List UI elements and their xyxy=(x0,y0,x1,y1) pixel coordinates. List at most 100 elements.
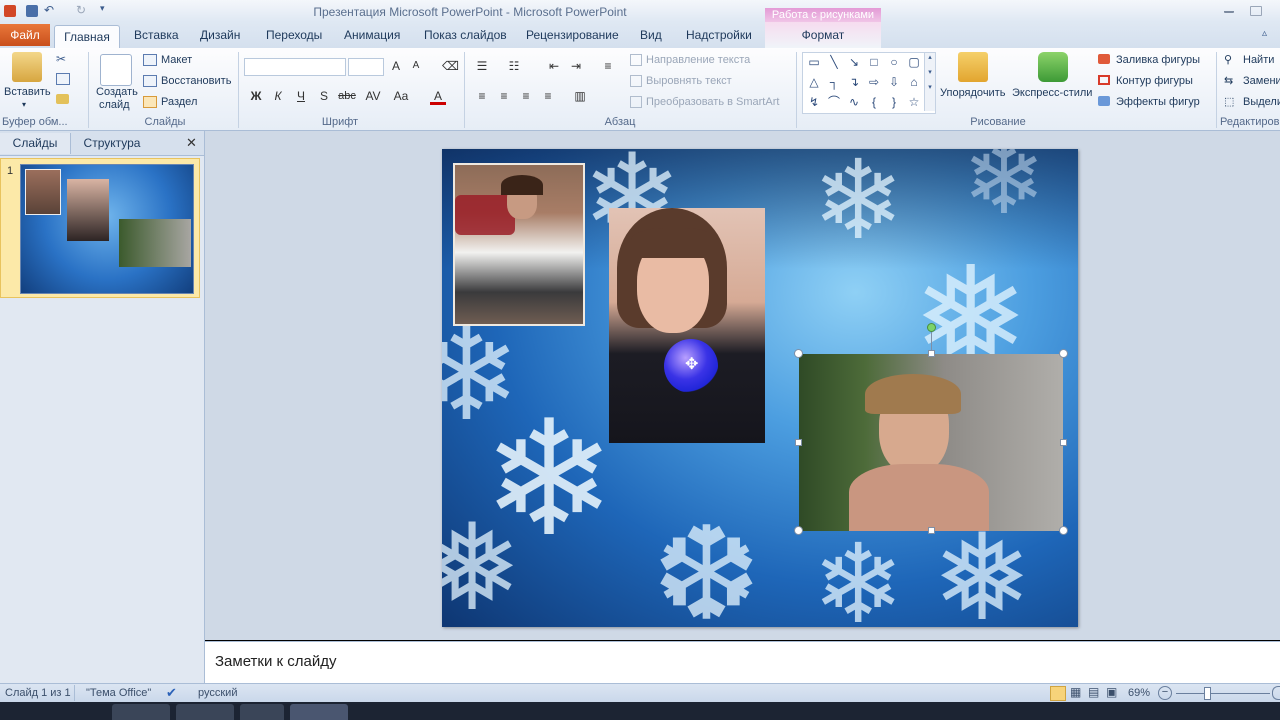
bold-button[interactable]: Ж xyxy=(248,88,264,104)
tab-slides[interactable]: Слайды xyxy=(0,133,71,154)
resize-handle-right[interactable] xyxy=(1060,439,1067,446)
theme-name[interactable]: "Тема Office" xyxy=(86,687,151,699)
shadow-button[interactable]: S xyxy=(316,88,332,104)
photo-woman-with-car[interactable] xyxy=(453,163,585,326)
resize-handle-top-right[interactable] xyxy=(1059,349,1068,358)
taskbar-button[interactable] xyxy=(112,704,170,720)
copy-icon[interactable] xyxy=(56,73,70,85)
slideshow-view-icon[interactable]: ▣ xyxy=(1106,685,1117,699)
replace-button[interactable]: Замени xyxy=(1243,75,1280,87)
down-arrow-shape-icon[interactable]: ⇩ xyxy=(887,75,901,89)
taskbar-button[interactable] xyxy=(176,704,234,720)
arrow-line-shape-icon[interactable]: ↘ xyxy=(847,55,861,69)
new-slide-button-line1[interactable]: Создать xyxy=(96,86,138,98)
taskbar-button[interactable] xyxy=(240,704,284,720)
italic-button[interactable]: К xyxy=(270,88,286,104)
numbering-icon[interactable]: ☷ xyxy=(506,58,522,74)
slide-sorter-icon[interactable]: ▦ xyxy=(1070,685,1081,699)
align-right-icon[interactable]: ≡ xyxy=(518,88,534,104)
align-text-button[interactable]: Выровнять текст xyxy=(646,75,732,87)
slide-canvas[interactable]: ❄ ❄ ❄ ❅ ❄ ❄ ❅ ❆ ❄ ❅ ❆ ✥ xyxy=(442,149,1078,627)
increase-indent-icon[interactable]: ⇥ xyxy=(568,58,584,74)
right-brace-shape-icon[interactable]: } xyxy=(887,95,901,109)
bullets-icon[interactable]: ☰ xyxy=(474,58,490,74)
textbox-shape-icon[interactable]: ▭ xyxy=(807,55,821,69)
quick-styles-icon[interactable] xyxy=(1038,52,1068,82)
align-center-icon[interactable]: ≡ xyxy=(496,88,512,104)
star-shape-icon[interactable]: ☆ xyxy=(907,95,921,109)
flowchart-shape-icon[interactable]: ⌂ xyxy=(907,75,921,89)
ribbon-collapse-icon[interactable]: ▵ xyxy=(1262,28,1267,39)
layout-button[interactable]: Макет xyxy=(161,54,192,66)
zoom-slider-thumb[interactable] xyxy=(1204,687,1211,700)
taskbar-button[interactable] xyxy=(290,704,348,720)
notes-placeholder[interactable]: Заметки к слайду xyxy=(215,653,337,670)
arc-shape-icon[interactable]: ⌒ xyxy=(827,95,841,109)
shape-effects-button[interactable]: Эффекты фигур xyxy=(1116,96,1200,108)
text-direction-button[interactable]: Направление текста xyxy=(646,54,750,66)
resize-handle-bottom[interactable] xyxy=(928,527,935,534)
resize-handle-top[interactable] xyxy=(928,350,935,357)
resize-handle-bottom-right[interactable] xyxy=(1059,526,1068,535)
tab-transitions[interactable]: Переходы xyxy=(266,28,322,42)
zoom-in-button[interactable] xyxy=(1272,686,1280,700)
maximize-button[interactable] xyxy=(1250,6,1262,16)
elbow-arrow-icon[interactable]: ↴ xyxy=(847,75,861,89)
tab-home[interactable]: Главная xyxy=(54,25,120,49)
shrink-font-icon[interactable]: A xyxy=(408,58,424,74)
rotation-handle[interactable] xyxy=(927,323,936,332)
convert-smartart-button[interactable]: Преобразовать в SmartArt xyxy=(646,96,779,108)
tab-slideshow[interactable]: Показ слайдов xyxy=(424,28,507,42)
arrange-button[interactable]: Упорядочить xyxy=(940,87,1005,99)
clear-format-icon[interactable]: ⌫ xyxy=(442,58,459,74)
decrease-indent-icon[interactable]: ⇤ xyxy=(546,58,562,74)
arrange-icon[interactable] xyxy=(958,52,988,82)
rounded-rect-shape-icon[interactable]: ▢ xyxy=(907,55,921,69)
find-button[interactable]: Найти xyxy=(1243,54,1274,66)
font-size-combo[interactable] xyxy=(348,58,384,76)
strikethrough-button[interactable]: abc xyxy=(338,88,356,104)
left-brace-shape-icon[interactable]: { xyxy=(867,95,881,109)
paste-dropdown-icon[interactable]: ▾ xyxy=(22,100,26,109)
minimize-button[interactable] xyxy=(1224,6,1234,13)
quick-styles-button[interactable]: Экспресс-стили xyxy=(1012,87,1092,99)
tab-animation[interactable]: Анимация xyxy=(344,28,400,42)
align-left-icon[interactable]: ≡ xyxy=(474,88,490,104)
photo-woman-portrait[interactable] xyxy=(609,208,765,443)
shapes-gallery[interactable]: ▭ ╲ ↘ □ ○ ▢ △ ┐ ↴ ⇨ ⇩ ⌂ ↯ ⌒ ∿ { } ☆ ▴ ▾ ▾ xyxy=(802,52,936,114)
change-case-button[interactable]: Aa xyxy=(392,88,410,104)
notes-pane[interactable]: Заметки к слайду xyxy=(205,641,1280,683)
tab-insert[interactable]: Вставка xyxy=(134,28,179,42)
photo-woman-sitting-selected[interactable] xyxy=(799,354,1063,531)
tab-review[interactable]: Рецензирование xyxy=(526,28,619,42)
new-slide-button-line2[interactable]: слайд xyxy=(99,99,130,111)
paste-icon[interactable] xyxy=(12,52,42,82)
reading-view-icon[interactable]: ▤ xyxy=(1088,685,1099,699)
zoom-out-button[interactable]: − xyxy=(1158,686,1172,700)
spellcheck-icon[interactable]: ✔ xyxy=(166,685,177,701)
cut-icon[interactable]: ✂ xyxy=(56,52,66,66)
slide-thumbnail[interactable] xyxy=(20,164,194,294)
paste-button[interactable]: Вставить xyxy=(4,86,51,98)
normal-view-icon[interactable] xyxy=(1050,686,1066,701)
elbow-connector-icon[interactable]: ┐ xyxy=(827,75,841,89)
zoom-slider[interactable] xyxy=(1176,693,1270,694)
line-shape-icon[interactable]: ╲ xyxy=(827,55,841,69)
language-indicator[interactable]: русский xyxy=(198,687,237,699)
resize-handle-bottom-left[interactable] xyxy=(794,526,803,535)
resize-handle-left[interactable] xyxy=(795,439,802,446)
slide-thumbnail-selected[interactable]: 1 xyxy=(0,158,200,298)
tab-view[interactable]: Вид xyxy=(640,28,662,42)
shape-outline-button[interactable]: Контур фигуры xyxy=(1116,75,1193,87)
tab-file[interactable]: Файл xyxy=(0,24,50,46)
format-painter-icon[interactable] xyxy=(56,94,69,104)
columns-icon[interactable]: ▥ xyxy=(572,88,588,104)
right-arrow-shape-icon[interactable]: ⇨ xyxy=(867,75,881,89)
tab-design[interactable]: Дизайн xyxy=(200,28,240,42)
grow-font-icon[interactable]: A xyxy=(388,58,404,74)
oval-shape-icon[interactable]: ○ xyxy=(887,55,901,69)
rectangle-shape-icon[interactable]: □ xyxy=(867,55,881,69)
tab-outline[interactable]: Структура xyxy=(72,133,152,154)
gallery-scroll-icon[interactable]: ▴ ▾ ▾ xyxy=(924,53,935,111)
tab-format[interactable]: Формат xyxy=(765,22,881,48)
